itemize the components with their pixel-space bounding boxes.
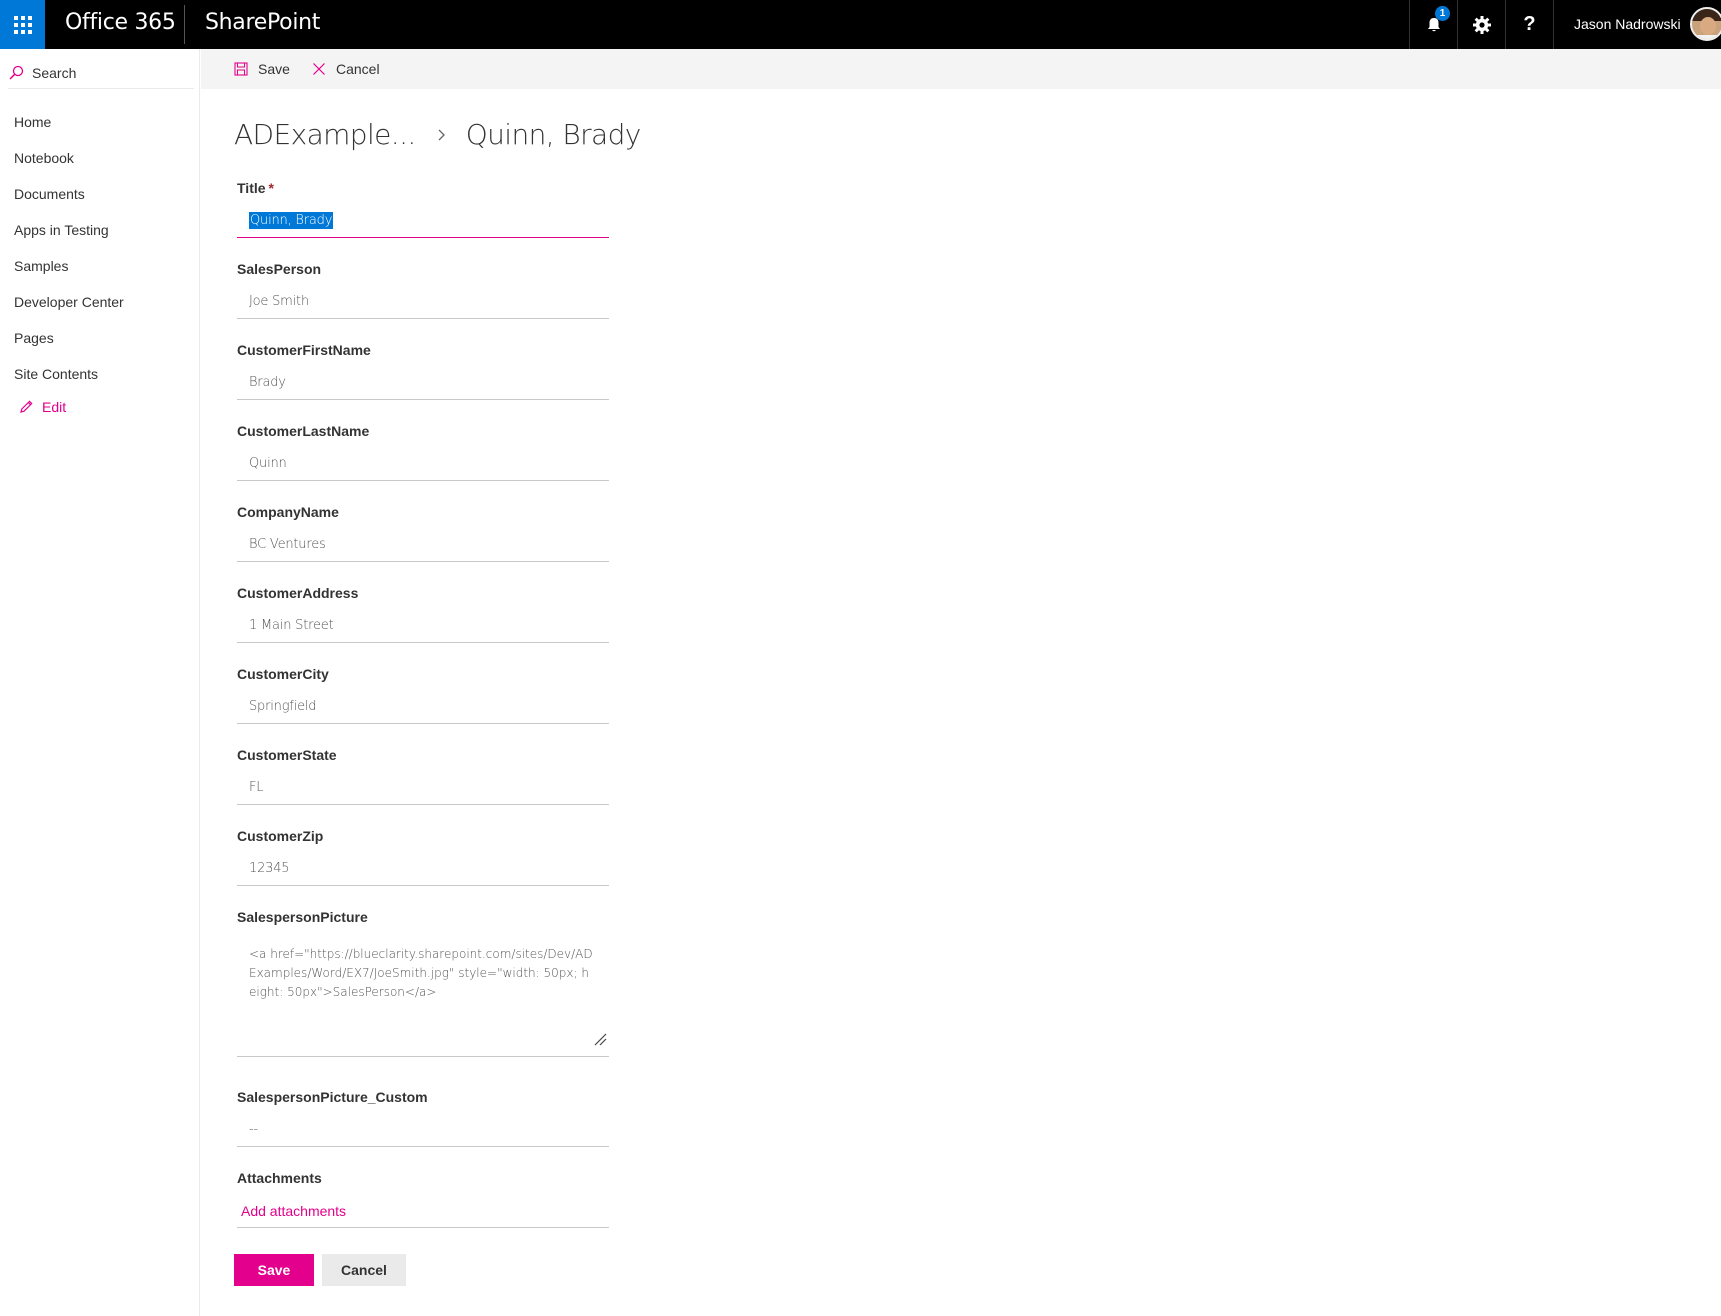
floppy-disk-icon: [234, 62, 248, 76]
company-name-input[interactable]: BC Ventures: [237, 532, 609, 562]
attachments-label: Attachments: [237, 1170, 322, 1186]
search-icon: [9, 65, 24, 80]
company-name-label: CompanyName: [237, 504, 339, 520]
nav-item-home[interactable]: Home: [14, 114, 51, 130]
app-launcher-button[interactable]: [0, 0, 45, 49]
command-save-button[interactable]: Save: [234, 49, 290, 89]
help-button[interactable]: ?: [1505, 0, 1553, 49]
salesperson-picture-custom-label: SalespersonPicture_Custom: [237, 1089, 428, 1105]
customer-city-input[interactable]: Springfield: [237, 694, 609, 724]
field-customer-state: CustomerState FL: [237, 747, 609, 805]
search-label: Search: [32, 64, 77, 81]
salesperson-picture-value: <a href="https://blueclarity.sharepoint.…: [249, 947, 593, 999]
salesperson-input[interactable]: Joe Smith: [237, 289, 609, 319]
customer-zip-label: CustomerZip: [237, 828, 324, 844]
resize-grip-icon[interactable]: [593, 1032, 607, 1052]
salesperson-picture-custom-value: --: [237, 1117, 609, 1147]
field-title-label: Title: [237, 180, 266, 196]
sharepoint-app-link[interactable]: SharePoint: [205, 10, 320, 35]
customer-first-name-label: CustomerFirstName: [237, 342, 371, 358]
customer-address-label: CustomerAddress: [237, 585, 359, 601]
field-customer-city: CustomerCity Springfield: [237, 666, 609, 724]
help-icon: ?: [1523, 13, 1536, 35]
field-customer-last-name: CustomerLastName Quinn: [237, 423, 609, 481]
edit-links-button[interactable]: Edit: [18, 399, 66, 415]
nav-item-notebook[interactable]: Notebook: [14, 150, 74, 166]
search-box[interactable]: Search: [8, 57, 194, 89]
app-launcher-icon: [13, 15, 32, 34]
customer-city-label: CustomerCity: [237, 666, 329, 682]
field-salesperson-picture: SalespersonPicture <a href="https://blue…: [237, 909, 609, 1057]
save-button[interactable]: Save: [234, 1254, 314, 1286]
nav-item-pages[interactable]: Pages: [14, 330, 54, 346]
settings-button[interactable]: [1457, 0, 1505, 49]
customer-last-name-input[interactable]: Quinn: [237, 451, 609, 481]
left-navigation: Search Home Notebook Documents Apps in T…: [0, 49, 200, 1316]
field-company-name: CompanyName BC Ventures: [237, 504, 609, 562]
field-customer-address: CustomerAddress 1 Main Street: [237, 585, 609, 643]
customer-last-name-label: CustomerLastName: [237, 423, 370, 439]
office365-brand-link[interactable]: Office 365: [65, 10, 176, 35]
edit-label: Edit: [42, 399, 67, 415]
pencil-icon: [20, 400, 33, 413]
command-bar: Save Cancel: [201, 49, 1721, 89]
field-salesperson: SalesPerson Joe Smith: [237, 261, 609, 319]
add-attachments-link[interactable]: Add attachments: [237, 1198, 609, 1228]
gear-icon: [1472, 15, 1491, 34]
field-attachments: Attachments Add attachments: [237, 1170, 609, 1228]
suite-bar: Office 365 SharePoint 1 ? Jason Nadrowsk…: [0, 0, 1721, 49]
field-customer-first-name: CustomerFirstName Brady: [237, 342, 609, 400]
nav-item-developer-center[interactable]: Developer Center: [14, 294, 124, 310]
customer-first-name-input[interactable]: Brady: [237, 370, 609, 400]
salesperson-picture-textarea[interactable]: <a href="https://blueclarity.sharepoint.…: [237, 937, 609, 1057]
field-title: Title * Quinn, Brady: [237, 180, 609, 238]
nav-item-samples[interactable]: Samples: [14, 258, 68, 274]
breadcrumb: ADExample... Quinn, Brady: [234, 118, 641, 151]
notification-count-badge: 1: [1435, 6, 1450, 21]
field-salesperson-picture-custom: SalespersonPicture_Custom --: [237, 1089, 609, 1147]
user-name: Jason Nadrowski: [1574, 16, 1681, 32]
notifications-button[interactable]: 1: [1409, 0, 1457, 49]
chevron-right-icon: [436, 127, 448, 143]
cancel-button[interactable]: Cancel: [322, 1254, 406, 1286]
close-icon: [313, 63, 325, 75]
required-marker: *: [268, 180, 274, 196]
customer-state-input[interactable]: FL: [237, 775, 609, 805]
customer-zip-input[interactable]: 12345: [237, 856, 609, 886]
salesperson-label: SalesPerson: [237, 261, 322, 277]
breadcrumb-parent-link[interactable]: ADExample...: [234, 118, 416, 151]
nav-item-site-contents[interactable]: Site Contents: [14, 366, 98, 382]
command-cancel-button[interactable]: Cancel: [312, 49, 380, 89]
avatar: [1690, 7, 1721, 41]
nav-item-documents[interactable]: Documents: [14, 186, 85, 202]
field-title-label-row: Title *: [237, 180, 609, 200]
customer-state-label: CustomerState: [237, 747, 337, 763]
breadcrumb-current: Quinn, Brady: [465, 118, 642, 151]
field-customer-zip: CustomerZip 12345: [237, 828, 609, 886]
suite-bar-divider: [184, 5, 185, 44]
command-save-label: Save: [258, 61, 290, 77]
salesperson-picture-label: SalespersonPicture: [237, 909, 368, 925]
customer-address-input[interactable]: 1 Main Street: [237, 613, 609, 643]
nav-item-apps-in-testing[interactable]: Apps in Testing: [14, 222, 109, 238]
title-input[interactable]: Quinn, Brady: [237, 208, 609, 238]
user-account-button[interactable]: Jason Nadrowski: [1553, 0, 1721, 49]
command-cancel-label: Cancel: [336, 61, 380, 77]
title-input-value: Quinn, Brady: [249, 212, 334, 229]
